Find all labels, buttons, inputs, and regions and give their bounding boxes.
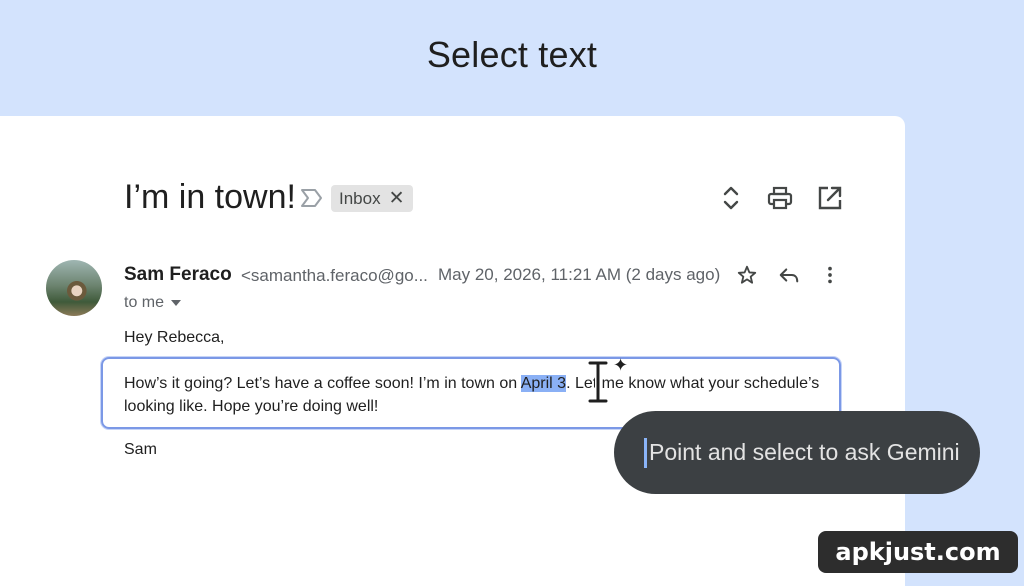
label-text: Inbox — [339, 188, 381, 208]
sender-email: <samantha.feraco@go... — [241, 266, 428, 285]
selected-text[interactable]: April 3 — [520, 375, 567, 392]
inbox-label-chip[interactable]: Inbox ✕ — [331, 185, 413, 212]
more-vert-icon[interactable] — [819, 264, 841, 286]
sender-name: Sam Feraco — [124, 264, 232, 285]
caret-down-icon — [171, 300, 182, 306]
text-caret — [644, 437, 647, 468]
page-headline: Select text — [426, 34, 598, 75]
text-cursor-icon — [587, 360, 609, 404]
print-icon[interactable] — [766, 184, 794, 212]
gemini-prompt-pill[interactable]: Point and select to ask Gemini — [614, 411, 980, 494]
body-text-before: How’s it going? Let’s have a coffee soon… — [124, 375, 521, 392]
remove-label-icon[interactable]: ✕ — [389, 187, 405, 210]
watermark-logo: apkjust.com — [818, 531, 1018, 573]
email-signature: Sam — [124, 441, 157, 458]
unfold-icon[interactable] — [717, 184, 745, 212]
important-marker-icon[interactable] — [300, 188, 324, 208]
star-icon[interactable] — [736, 264, 758, 286]
email-date: May 20, 2026, 11:21 AM (2 days ago) — [438, 265, 721, 284]
sender-avatar[interactable] — [46, 260, 102, 316]
gemini-sparkle-icon: ✦ — [613, 355, 629, 375]
reply-icon[interactable] — [778, 264, 800, 286]
recipients-toggle[interactable]: to me — [124, 294, 182, 312]
email-subject: I’m in town! — [124, 178, 296, 216]
open-in-new-window-icon[interactable] — [816, 184, 844, 212]
recipients-text: to me — [124, 294, 165, 311]
gemini-prompt-text: Point and select to ask Gemini — [649, 439, 960, 465]
email-greeting: Hey Rebecca, — [124, 329, 225, 346]
